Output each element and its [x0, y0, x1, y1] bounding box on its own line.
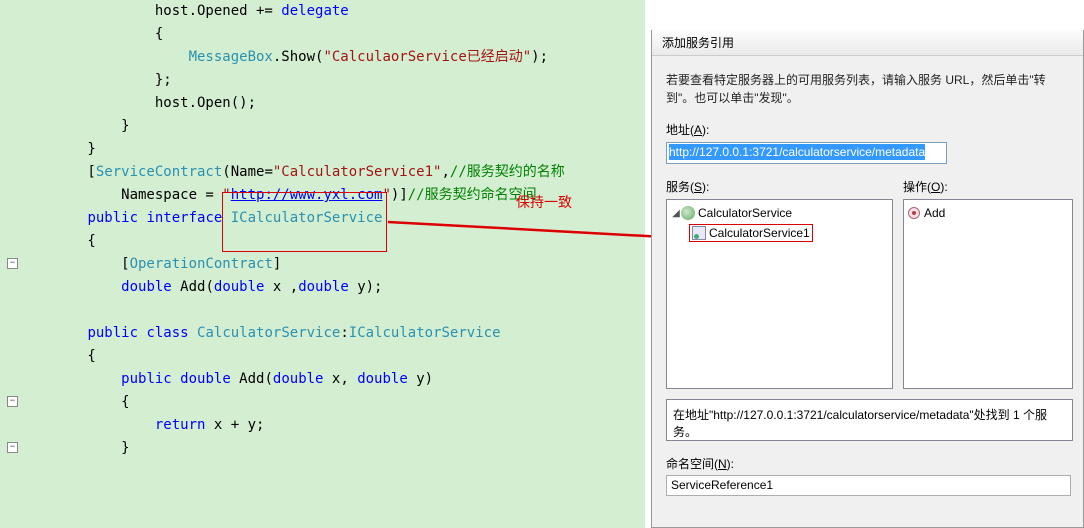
- service-icon: [692, 226, 706, 240]
- expand-icon[interactable]: ◢: [671, 208, 681, 219]
- namespace-input[interactable]: ServiceReference1: [666, 475, 1071, 496]
- operations-label: 操作(O):: [903, 178, 1073, 195]
- tree-root-item[interactable]: ◢ CalculatorService: [671, 204, 888, 222]
- fold-minus-icon[interactable]: −: [7, 396, 18, 407]
- globe-icon: [681, 206, 695, 220]
- address-label: 地址(A):: [666, 121, 1083, 138]
- address-input[interactable]: http://127.0.0.1:3721/calculatorservice/…: [666, 142, 947, 164]
- dialog-title: 添加服务引用: [652, 30, 1083, 56]
- operations-list[interactable]: Add: [903, 199, 1073, 389]
- fold-minus-icon[interactable]: −: [7, 442, 18, 453]
- annotation-highlight-box: [222, 192, 387, 252]
- operation-icon: [908, 207, 920, 219]
- tree-child-item[interactable]: CalculatorService1: [709, 226, 810, 240]
- annotation-text: 保持一致: [516, 192, 572, 212]
- annotation-highlight-box: CalculatorService1: [689, 224, 813, 242]
- code-editor-pane[interactable]: host.Opened += delegate { MessageBox.Sho…: [0, 0, 645, 528]
- dialog-instruction: 若要查看特定服务器上的可用服务列表，请输入服务 URL，然后单击"转到"。也可以…: [666, 71, 1071, 107]
- fold-minus-icon[interactable]: −: [7, 258, 18, 269]
- operation-item[interactable]: Add: [908, 204, 1068, 222]
- status-message: 在地址"http://127.0.0.1:3721/calculatorserv…: [666, 399, 1073, 441]
- services-tree[interactable]: ◢ CalculatorService CalculatorService1: [666, 199, 893, 389]
- services-label: 服务(S):: [666, 178, 893, 195]
- add-service-reference-dialog: 添加服务引用 若要查看特定服务器上的可用服务列表，请输入服务 URL，然后单击"…: [651, 30, 1084, 528]
- namespace-label: 命名空间(N):: [666, 455, 1083, 472]
